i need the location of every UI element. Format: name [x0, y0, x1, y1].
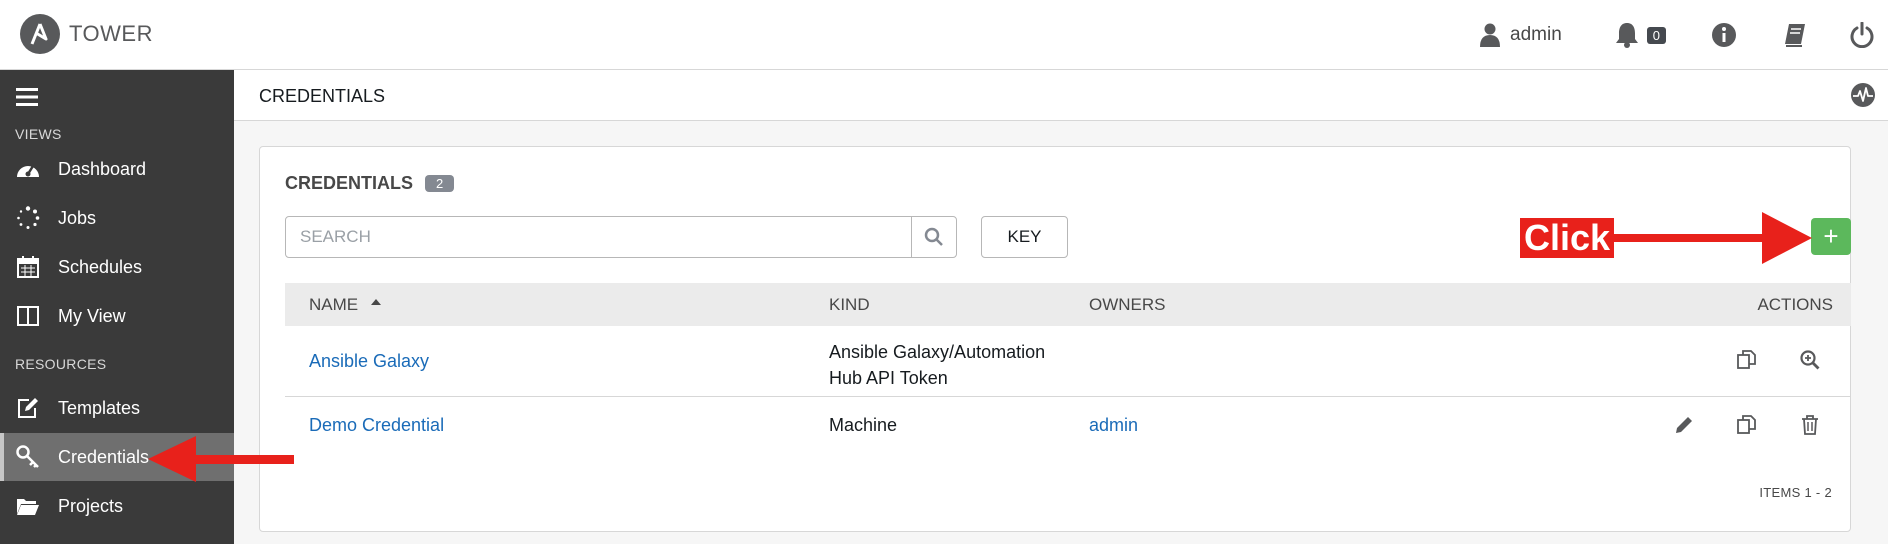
panel-title-text: CREDENTIALS — [285, 173, 414, 193]
search-input[interactable] — [286, 217, 911, 257]
search-button[interactable] — [911, 217, 956, 257]
calendar-icon — [14, 253, 42, 281]
owner-link[interactable]: admin — [1089, 415, 1138, 436]
table-header: NAME KIND OWNERS ACTIONS — [285, 283, 1851, 326]
annotation-arrow-right — [1612, 212, 1812, 264]
edit-icon — [14, 394, 42, 422]
columns-icon — [14, 302, 42, 330]
sidebar-item-jobs[interactable]: Jobs — [0, 194, 234, 242]
user-menu[interactable]: admin — [1480, 0, 1562, 70]
sidebar-item-templates[interactable]: Templates — [0, 384, 234, 432]
top-bar: TOWER admin 0 — [0, 0, 1888, 70]
user-name: admin — [1510, 24, 1562, 45]
section-label-views: VIEWS — [15, 126, 62, 142]
column-header-actions: ACTIONS — [1757, 294, 1833, 314]
sidebar-item-label: Dashboard — [58, 158, 147, 179]
folder-open-icon — [14, 492, 42, 520]
sidebar-item-my-view[interactable]: My View — [0, 292, 234, 340]
credential-name-link[interactable]: Demo Credential — [309, 415, 444, 436]
annotation-click-label: Click — [1520, 217, 1614, 258]
menu-toggle-icon[interactable] — [16, 88, 38, 111]
bell-icon — [1615, 23, 1638, 48]
key-icon — [14, 443, 42, 471]
notification-count: 0 — [1646, 26, 1666, 44]
delete-icon[interactable] — [1798, 413, 1822, 437]
search-box — [285, 216, 957, 258]
panel-title: CREDENTIALS 2 — [285, 173, 455, 194]
logout-button[interactable] — [1850, 0, 1874, 70]
key-button[interactable]: KEY — [981, 216, 1068, 258]
credential-kind: Machine — [829, 415, 898, 435]
docs-button[interactable] — [1783, 0, 1807, 70]
about-button[interactable] — [1712, 0, 1736, 70]
sidebar-item-label: My View — [58, 305, 126, 326]
count-badge: 2 — [425, 175, 455, 192]
column-header-kind: KIND — [829, 294, 870, 314]
copy-icon[interactable] — [1735, 413, 1759, 437]
sidebar-item-projects[interactable]: Projects — [0, 482, 234, 530]
credential-name-link[interactable]: Ansible Galaxy — [309, 351, 429, 372]
sidebar-item-label: Templates — [58, 397, 141, 418]
dashboard-icon — [14, 155, 42, 183]
column-header-owners: OWNERS — [1089, 294, 1166, 314]
table-row: Demo Credential Machine admin — [285, 397, 1851, 460]
copy-icon[interactable] — [1735, 348, 1759, 372]
sidebar-item-label: Projects — [58, 495, 124, 516]
brand-name: TOWER — [69, 21, 153, 46]
activity-stream-icon[interactable] — [1850, 82, 1876, 113]
power-icon — [1850, 22, 1874, 48]
sidebar-item-label: Schedules — [58, 256, 143, 277]
credential-kind: Ansible Galaxy/Automation Hub API Token — [829, 342, 1046, 388]
view-icon[interactable] — [1798, 348, 1822, 372]
sidebar-item-label: Credentials — [58, 446, 150, 467]
breadcrumb: CREDENTIALS — [234, 70, 1888, 121]
ansible-logo-icon — [20, 14, 60, 54]
info-icon — [1712, 23, 1736, 47]
spinner-icon — [14, 204, 42, 232]
credentials-panel: CREDENTIALS 2 KEY + NAME KIND OWNERS ACT… — [259, 146, 1851, 532]
page-title: CREDENTIALS — [259, 86, 386, 106]
items-count: ITEMS 1 - 2 — [1759, 485, 1832, 500]
annotation-arrow-left — [148, 436, 294, 482]
sort-ascending-icon — [370, 298, 381, 305]
section-label-resources: RESOURCES — [15, 356, 107, 372]
column-header-name[interactable]: NAME — [309, 295, 381, 315]
add-button[interactable]: + — [1811, 218, 1851, 255]
sidebar-item-label: Jobs — [58, 207, 97, 228]
notifications-button[interactable]: 0 — [1615, 0, 1666, 70]
book-icon — [1785, 24, 1805, 47]
sidebar-item-schedules[interactable]: Schedules — [0, 243, 234, 291]
brand[interactable]: TOWER — [20, 14, 153, 54]
table-row: Ansible Galaxy Ansible Galaxy/Automation… — [285, 326, 1851, 397]
credentials-table: NAME KIND OWNERS ACTIONS Ansible Galaxy … — [285, 283, 1851, 460]
user-icon — [1480, 23, 1501, 47]
search-icon — [924, 227, 943, 246]
edit-pencil-icon[interactable] — [1672, 413, 1696, 437]
sidebar-item-dashboard[interactable]: Dashboard — [0, 145, 234, 193]
